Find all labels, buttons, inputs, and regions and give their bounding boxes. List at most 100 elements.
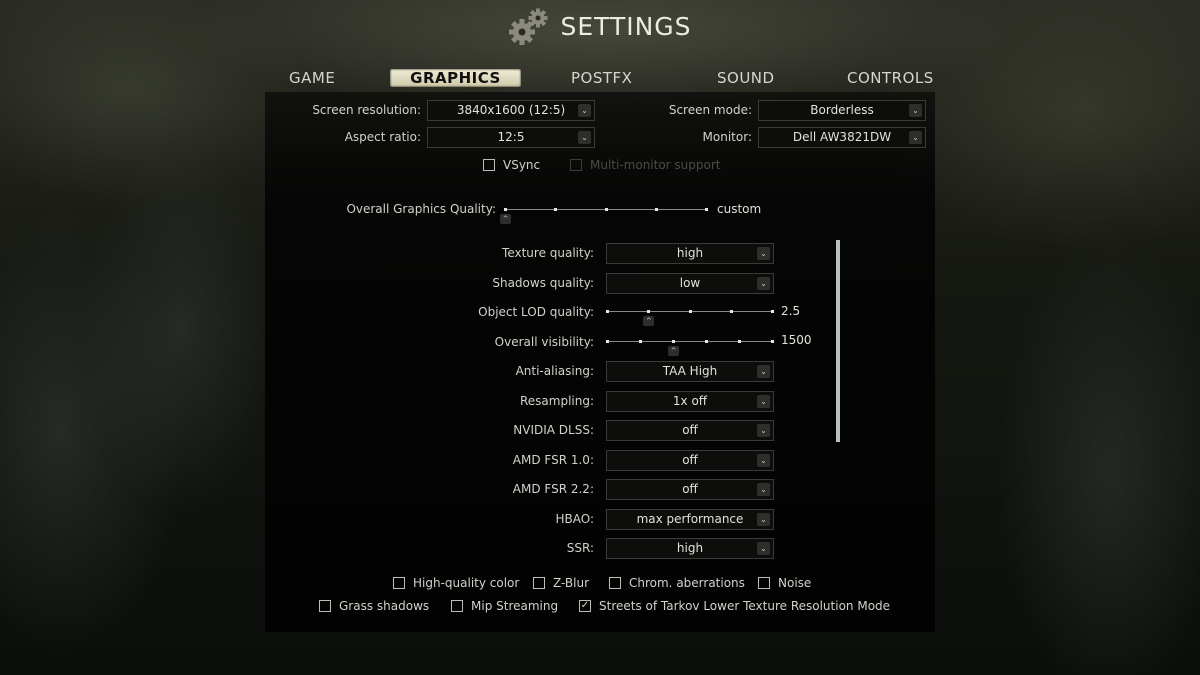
streets-lower-texture-label: Streets of Tarkov Lower Texture Resoluti… bbox=[599, 599, 891, 613]
monitor-dropdown[interactable]: Dell AW3821DW ⌄ bbox=[758, 127, 926, 148]
checkbox-box bbox=[393, 577, 405, 589]
chevron-down-icon: ⌄ bbox=[757, 542, 770, 555]
checkbox-box bbox=[609, 577, 621, 589]
slider-tick bbox=[604, 208, 608, 211]
overall-visibility-label: Overall visibility: bbox=[494, 335, 594, 349]
screen-resolution-value: 3840x1600 (12:5) bbox=[456, 103, 566, 117]
slider-tick bbox=[606, 340, 609, 343]
z-blur-checkbox[interactable]: Z-Blur bbox=[533, 576, 589, 590]
vsync-checkbox[interactable]: VSync bbox=[483, 158, 540, 172]
object-lod-slider[interactable]: ^ bbox=[606, 305, 774, 326]
overall-visibility-value: 1500 bbox=[781, 333, 812, 347]
grass-shadows-label: Grass shadows bbox=[339, 599, 430, 613]
slider-tick bbox=[654, 208, 658, 211]
checkbox-box bbox=[319, 600, 331, 612]
checkbox-box bbox=[483, 159, 495, 171]
ssr-value: high bbox=[676, 541, 704, 555]
shadows-quality-dropdown[interactable]: low ⌄ bbox=[606, 273, 774, 294]
hbao-label: HBAO: bbox=[555, 512, 594, 526]
aspect-ratio-dropdown[interactable]: 12:5 ⌄ bbox=[427, 127, 595, 148]
hbao-dropdown[interactable]: max performance ⌄ bbox=[606, 509, 774, 530]
vsync-label: VSync bbox=[503, 158, 541, 172]
anti-aliasing-dropdown[interactable]: TAA High ⌄ bbox=[606, 361, 774, 382]
slider-tick bbox=[639, 340, 642, 343]
screen-mode-label: Screen mode: bbox=[668, 103, 752, 117]
slider-tick bbox=[771, 340, 774, 343]
slider-tick bbox=[771, 310, 774, 313]
slider-tick bbox=[705, 208, 708, 211]
tab-controls[interactable]: CONTROLS bbox=[847, 66, 934, 90]
resampling-dropdown[interactable]: 1x off ⌄ bbox=[606, 391, 774, 412]
slider-tick bbox=[554, 208, 558, 211]
slider-tick bbox=[647, 310, 651, 313]
chevron-down-icon: ⌄ bbox=[578, 131, 591, 144]
slider-tick bbox=[606, 310, 609, 313]
noise-checkbox[interactable]: Noise bbox=[758, 576, 811, 590]
chevron-down-icon: ⌄ bbox=[757, 277, 770, 290]
checkbox-box bbox=[533, 577, 545, 589]
high-quality-color-label: High-quality color bbox=[413, 576, 520, 590]
multi-monitor-label: Multi-monitor support bbox=[590, 158, 721, 172]
monitor-value: Dell AW3821DW bbox=[792, 130, 892, 144]
resampling-value: 1x off bbox=[672, 394, 708, 408]
chevron-down-icon: ⌄ bbox=[757, 424, 770, 437]
chevron-down-icon: ⌄ bbox=[757, 454, 770, 467]
slider-tick bbox=[738, 340, 741, 343]
texture-quality-value: high bbox=[676, 246, 704, 260]
object-lod-label: Object LOD quality: bbox=[478, 305, 594, 319]
texture-quality-label: Texture quality: bbox=[502, 246, 594, 260]
screen-mode-value: Borderless bbox=[810, 103, 874, 117]
slider-track[interactable] bbox=[606, 341, 774, 342]
slider-tick bbox=[504, 208, 507, 211]
tab-game[interactable]: GAME bbox=[289, 66, 335, 90]
chevron-down-icon: ⌄ bbox=[757, 483, 770, 496]
amd-fsr-22-value: off bbox=[682, 482, 698, 496]
chevron-down-icon: ⌄ bbox=[757, 365, 770, 378]
anti-aliasing-label: Anti-aliasing: bbox=[515, 364, 594, 378]
amd-fsr-22-dropdown[interactable]: off ⌄ bbox=[606, 479, 774, 500]
ssr-dropdown[interactable]: high ⌄ bbox=[606, 538, 774, 559]
aspect-ratio-value: 12:5 bbox=[497, 130, 525, 144]
slider-thumb-icon[interactable]: ^ bbox=[668, 346, 679, 356]
amd-fsr-10-dropdown[interactable]: off ⌄ bbox=[606, 450, 774, 471]
chevron-down-icon: ⌄ bbox=[578, 104, 591, 117]
amd-fsr-22-label: AMD FSR 2.2: bbox=[512, 482, 594, 496]
hbao-value: max performance bbox=[636, 512, 744, 526]
screen-resolution-label: Screen resolution: bbox=[312, 103, 421, 117]
gears-icon bbox=[509, 8, 548, 45]
ssr-label: SSR: bbox=[566, 541, 594, 555]
amd-fsr-10-value: off bbox=[682, 453, 698, 467]
screen-resolution-dropdown[interactable]: 3840x1600 (12:5) ⌄ bbox=[427, 100, 595, 121]
overall-quality-label: Overall Graphics Quality: bbox=[346, 202, 496, 216]
texture-quality-dropdown[interactable]: high ⌄ bbox=[606, 243, 774, 264]
slider-thumb-icon[interactable]: ^ bbox=[500, 214, 511, 224]
resampling-label: Resampling: bbox=[519, 394, 594, 408]
chevron-down-icon: ⌄ bbox=[909, 131, 922, 144]
tab-postfx[interactable]: POSTFX bbox=[571, 66, 632, 90]
z-blur-label: Z-Blur bbox=[553, 576, 590, 590]
chrom-aberrations-checkbox[interactable]: Chrom. aberrations bbox=[609, 576, 745, 590]
grass-shadows-checkbox[interactable]: Grass shadows bbox=[319, 599, 429, 613]
checkbox-box bbox=[451, 600, 463, 612]
slider-thumb-icon[interactable]: ^ bbox=[643, 316, 655, 326]
nvidia-dlss-dropdown[interactable]: off ⌄ bbox=[606, 420, 774, 441]
settings-scrollbar[interactable] bbox=[836, 240, 840, 442]
page-title: SETTINGS bbox=[560, 11, 692, 41]
multi-monitor-checkbox: Multi-monitor support bbox=[570, 158, 721, 172]
object-lod-value: 2.5 bbox=[781, 304, 801, 318]
checkmark-icon: ✓ bbox=[579, 600, 591, 612]
overall-quality-slider[interactable]: ^ bbox=[500, 203, 708, 224]
screen-mode-dropdown[interactable]: Borderless ⌄ bbox=[758, 100, 926, 121]
high-quality-color-checkbox[interactable]: High-quality color bbox=[393, 576, 519, 590]
overall-visibility-slider[interactable]: ^ bbox=[606, 335, 774, 356]
shadows-quality-label: Shadows quality: bbox=[492, 276, 594, 290]
chevron-down-icon: ⌄ bbox=[909, 104, 922, 117]
shadows-quality-value: low bbox=[679, 276, 701, 290]
streets-lower-texture-checkbox[interactable]: ✓ Streets of Tarkov Lower Texture Resolu… bbox=[579, 599, 890, 613]
mip-streaming-checkbox[interactable]: Mip Streaming bbox=[451, 599, 558, 613]
settings-header: SETTINGS bbox=[0, 4, 1200, 48]
slider-tick bbox=[705, 340, 708, 343]
nvidia-dlss-label: NVIDIA DLSS: bbox=[513, 423, 594, 437]
tab-graphics[interactable]: GRAPHICS bbox=[390, 69, 521, 87]
tab-sound[interactable]: SOUND bbox=[717, 66, 775, 90]
